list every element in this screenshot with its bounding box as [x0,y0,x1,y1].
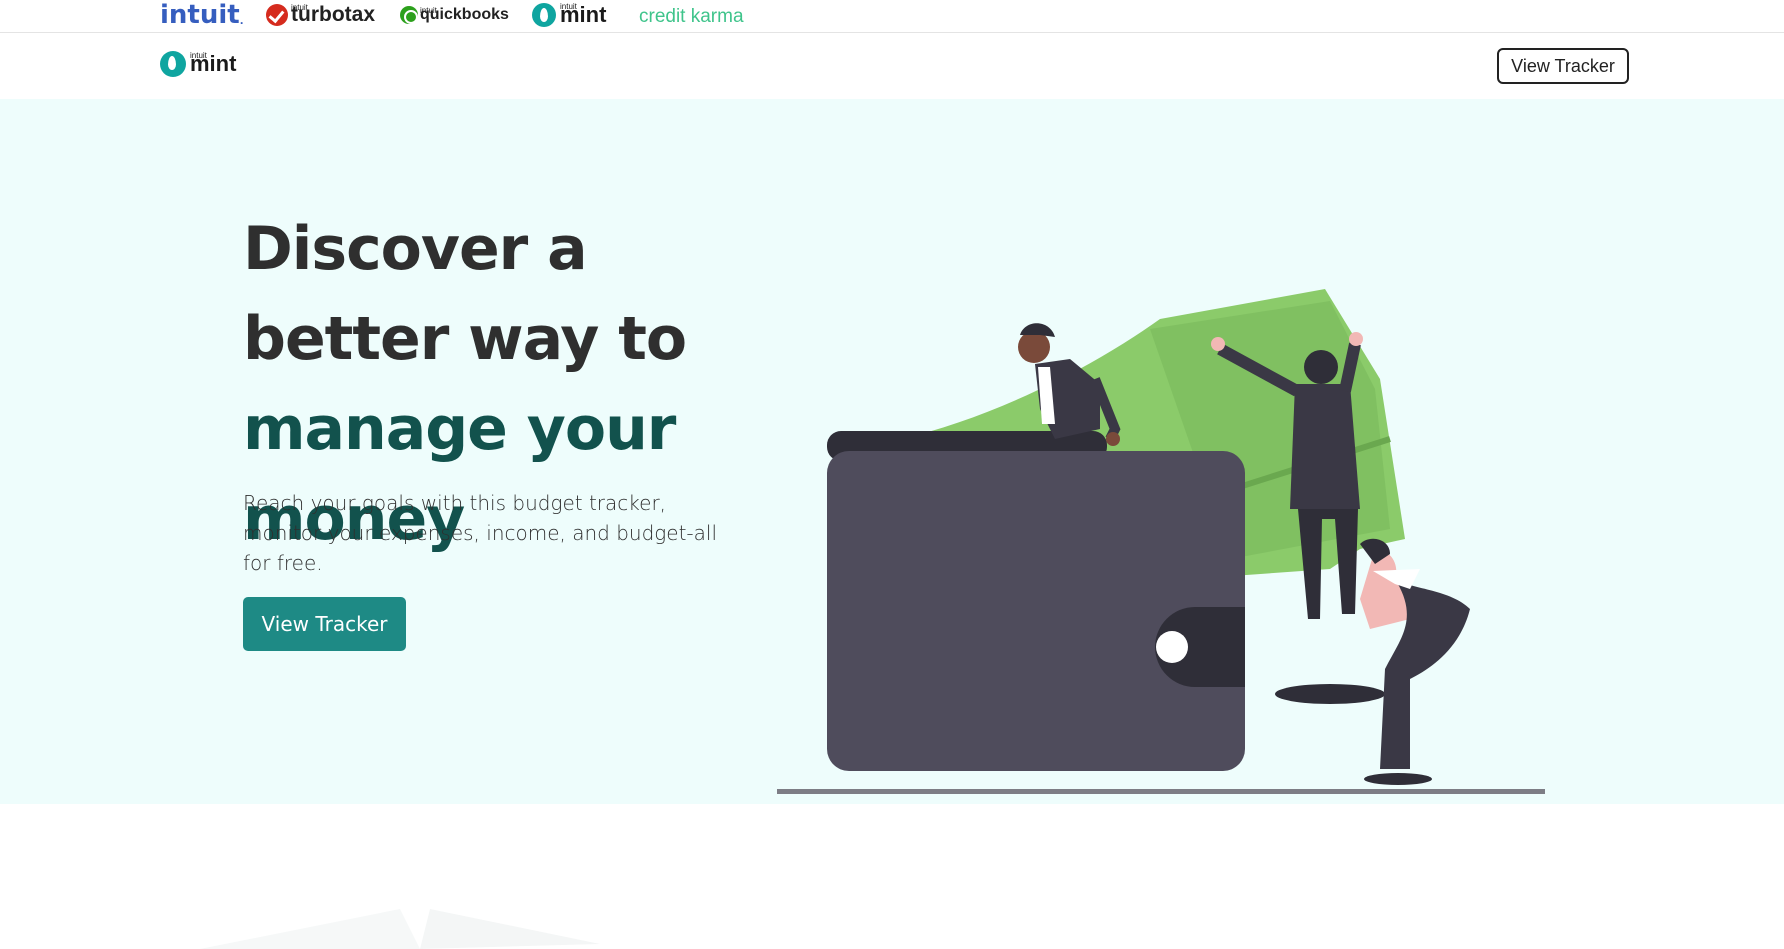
mint-drop-icon [160,51,186,77]
main-nav: intuit mint View Tracker [0,33,1784,99]
quickbooks-icon [400,6,418,24]
mint-sup: intuit [560,2,577,11]
person-right-head [1304,350,1338,384]
wallet-clasp-button [1156,631,1188,663]
nav-view-tracker-button[interactable]: View Tracker [1497,48,1629,84]
hero-section: Discover a better way to manage your mon… [0,99,1784,804]
nav-mint-logo[interactable]: intuit mint [160,51,236,77]
turbotax-check-icon [266,4,288,26]
hero-title-main: Discover a better way to [243,214,687,374]
person-right-hand-right [1349,332,1363,346]
nav-logo-sup: intuit [190,51,207,60]
person-right-hand-left [1211,337,1225,351]
hero-view-tracker-button[interactable]: View Tracker [243,597,406,651]
turbotax-sup: intuit [291,3,308,12]
person-left-head [1018,331,1050,363]
person-bending-shoes [1364,773,1432,785]
hero-subtitle: Reach your goals with this budget tracke… [243,491,718,575]
lower-decor [200,909,600,949]
person-right-body [1290,384,1360,509]
lower-section [0,804,1784,949]
intuit-logo[interactable]: intuit. [160,0,244,30]
mint-drop-icon [532,3,556,27]
mint-brand-logo[interactable]: intuit mint [532,0,606,30]
ground-line [777,789,1545,794]
person-right-shadow [1275,684,1385,704]
quickbooks-sup: intuit [420,6,437,15]
person-left-hair [1020,323,1055,337]
intuit-logo-text: intuit [160,0,240,30]
credit-karma-logo[interactable]: credit karma [639,2,744,32]
quickbooks-logo[interactable]: intuit quickbooks [400,0,509,30]
turbotax-logo[interactable]: intuit turbotax [266,0,375,30]
person-left-hand [1106,432,1120,446]
wallet-money-illustration [777,289,1545,794]
brand-bar: intuit. intuit turbotax intuit quickbooks … [0,0,1784,33]
credit-karma-logo-text: credit karma [639,6,744,27]
